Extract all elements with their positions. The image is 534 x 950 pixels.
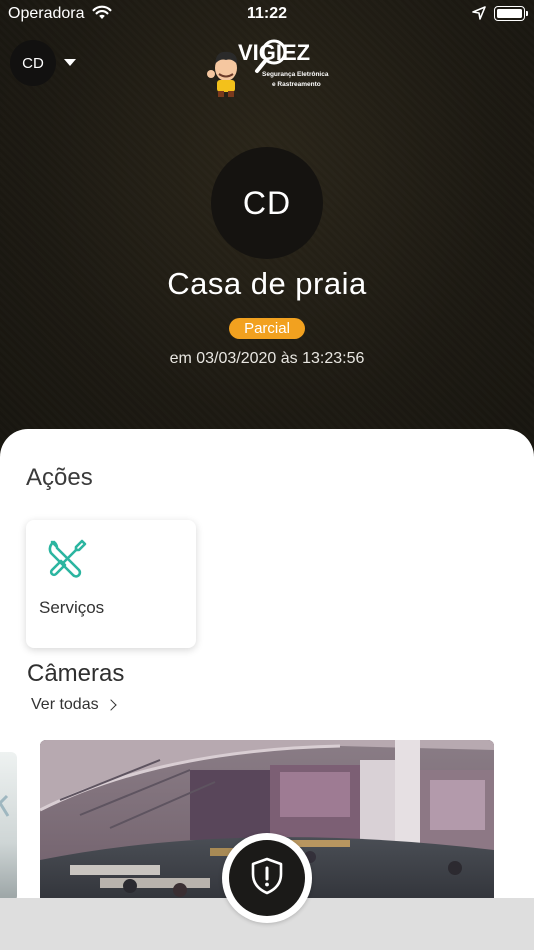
services-label: Serviços [39,598,105,617]
chevron-down-icon[interactable] [64,59,76,66]
clock: 11:22 [246,5,288,22]
location-arrow-icon [472,6,486,24]
camera-feed-partial-graphic [0,790,14,826]
status-bar: Operadora 11:22 [0,0,534,28]
header-area: Operadora 11:22 CD VIGIEZ Segurança Elet… [0,0,534,470]
battery-icon [494,6,528,21]
place-avatar: CD [211,147,323,259]
shield-alert-icon [250,857,284,900]
brand-logo: VIGIEZ Segurança Eletrônica e Rastreamen… [206,30,336,98]
chevron-right-icon [104,699,117,711]
svg-text:e Rastreamento: e Rastreamento [272,81,321,88]
svg-text:Segurança Eletrônica: Segurança Eletrônica [262,71,329,78]
camera-feed-partial[interactable] [0,752,17,902]
panic-button[interactable] [229,840,305,916]
status-badge: Parcial [229,318,305,339]
tools-icon [46,538,88,580]
account-switcher-button[interactable]: CD [10,40,56,86]
actions-heading: Ações [26,464,93,491]
cameras-heading: Câmeras [27,660,125,687]
place-name: Casa de praia [167,266,367,301]
see-all-label: Ver todas [31,696,99,713]
services-action-card[interactable]: Serviços [26,520,196,648]
svg-text:VIGIEZ: VIGIEZ [238,40,310,65]
see-all-cameras-link[interactable]: Ver todas [31,696,117,714]
last-update-timestamp: em 03/03/2020 às 13:23:56 [169,350,365,367]
